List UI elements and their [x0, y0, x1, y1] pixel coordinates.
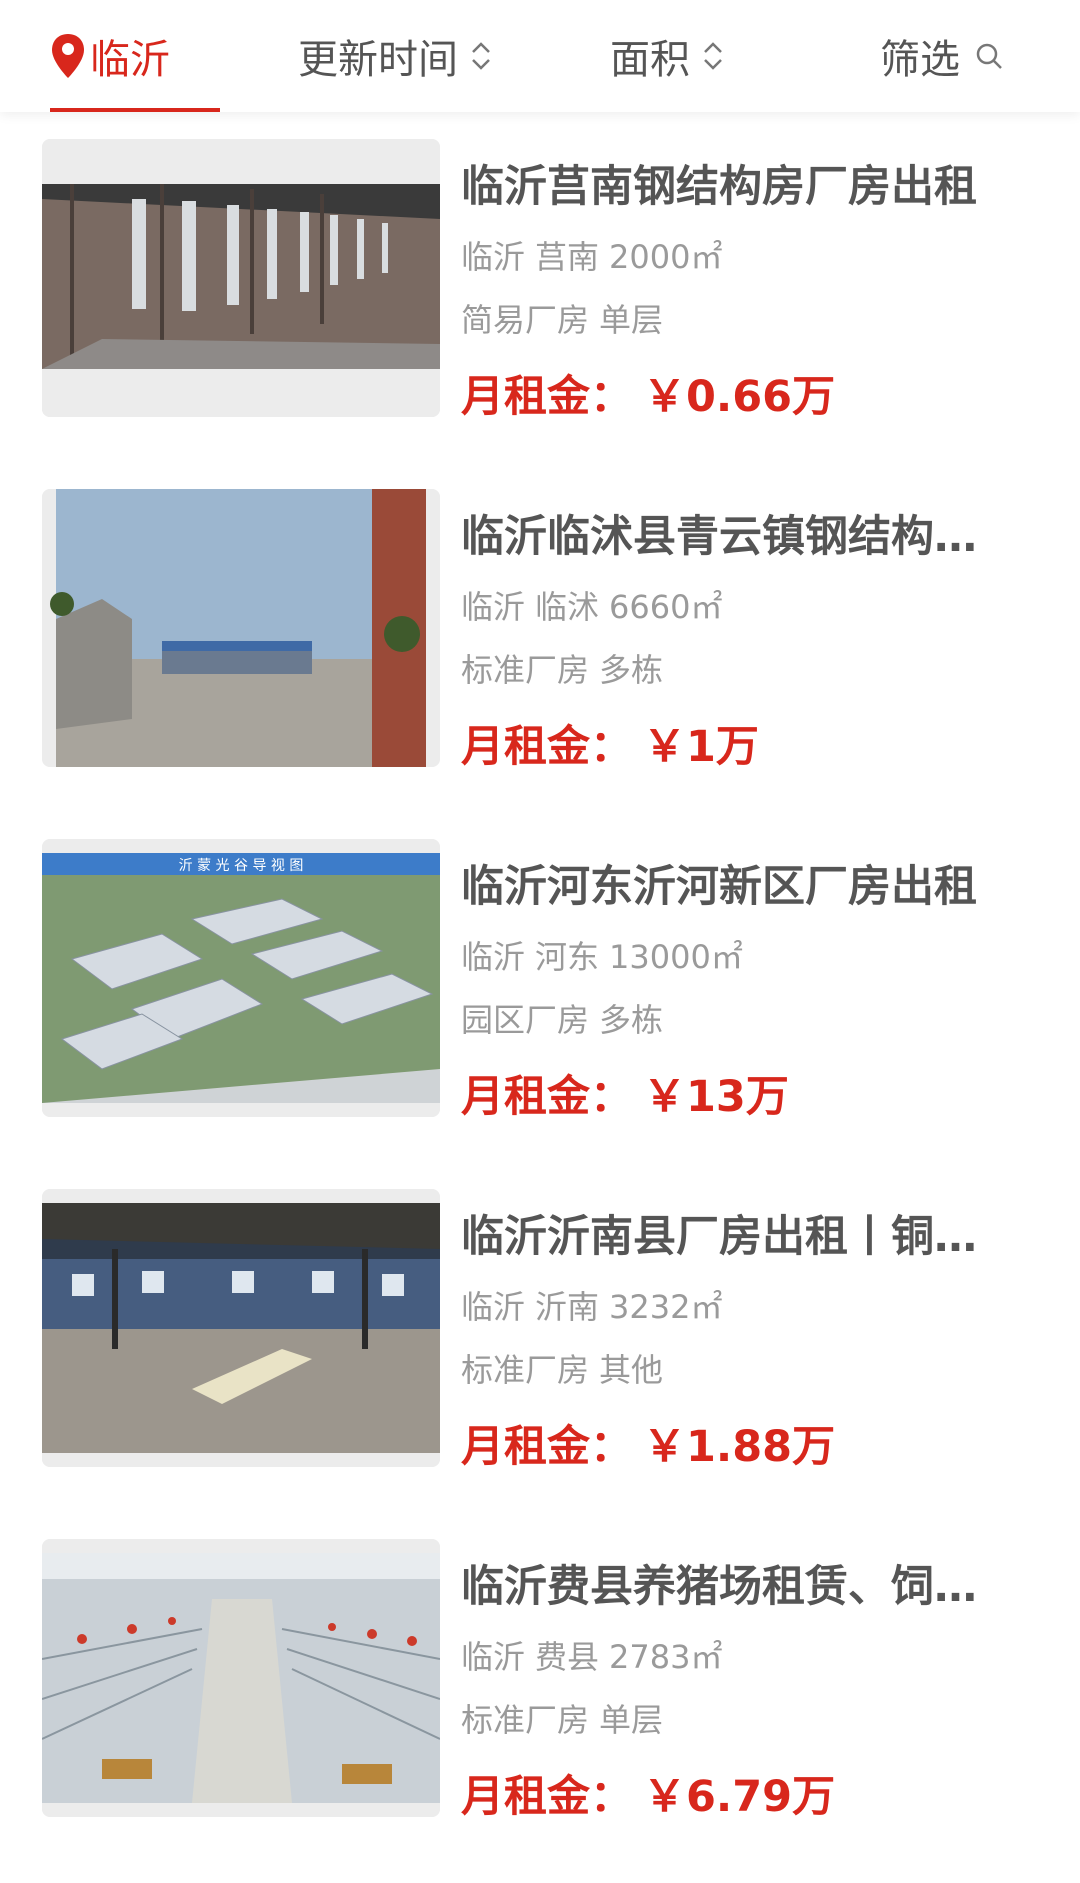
price-value: ￥0.66万	[643, 372, 836, 422]
listing-type: 标准厂房	[461, 1701, 590, 1739]
sort-arrows-icon	[472, 42, 490, 70]
price-value: ￥13万	[643, 1072, 789, 1122]
listing-image-empty-hall	[42, 1189, 440, 1467]
price-label: 月租金：	[461, 722, 633, 772]
listing-area: 13000㎡	[609, 938, 743, 976]
listing-image-yard	[42, 489, 440, 767]
listing-tags: 简易厂房 单层	[461, 295, 663, 341]
listing-floors: 单层	[599, 301, 664, 339]
price-value: ￥6.79万	[643, 1772, 836, 1822]
price-value: ￥1.88万	[643, 1422, 836, 1472]
listing-type: 标准厂房	[461, 651, 590, 689]
listing-card[interactable]: 沂 蒙 光 谷 导 视 图 临沂河东沂河新区厂房出租 临沂 河东 13000㎡ 园区…	[0, 812, 1080, 1162]
listing-price: 月租金： ￥1.88万	[461, 1412, 835, 1474]
listing-district: 沂南	[535, 1288, 600, 1326]
listing-tags: 标准厂房 多栋	[461, 645, 663, 691]
listing-district: 河东	[535, 938, 600, 976]
listing-location-area: 临沂 沂南 3232㎡	[461, 1282, 722, 1328]
sort-time-label: 更新时间	[298, 37, 458, 83]
listing-card[interactable]: 临沂临沭县青云镇钢结构厂房出租 临沂临沭6660㎡ 标准厂房多栋 月租金：￥1万	[0, 462, 1080, 812]
listing-image-pig-farm	[42, 1539, 440, 1817]
listing-area: 2783㎡	[609, 1638, 723, 1676]
price-value: ￥1万	[643, 722, 759, 772]
listing-floors: 单层	[599, 1701, 664, 1739]
listing-title: 临沂河东沂河新区厂房出租	[461, 862, 977, 912]
listing-price: 月租金： ￥13万	[461, 1062, 789, 1124]
listing-area: 3232㎡	[609, 1288, 723, 1326]
listing-title: 临沂沂南县厂房出租丨铜井镇	[461, 1212, 1011, 1262]
listing-price: 月租金： ￥0.66万	[461, 362, 835, 424]
sort-area-label: 面积	[610, 37, 690, 83]
listing-image-steel-structure	[42, 139, 440, 417]
city-label: 临沂	[90, 37, 170, 83]
listing-card[interactable]: 临沂莒南钢结构房厂房出租 临沂 莒南 2000㎡ 简易厂房 单层 月租金： ￥0.66万	[0, 112, 1080, 462]
listing-type: 园区厂房	[461, 1001, 590, 1039]
listing-card[interactable]: 临沂费县养猪场租赁、饲料厂 临沂 费县 2783㎡ 标准厂房 单层 月租金： ￥6.79…	[0, 1512, 1080, 1862]
listing-floors: 多栋	[599, 1001, 664, 1039]
listing-location-area: 临沂 临沭 6660㎡	[461, 582, 722, 628]
listing-city: 临沂	[461, 588, 526, 626]
filter-button[interactable]: 筛选	[880, 0, 1004, 112]
location-pin-icon	[52, 34, 84, 78]
listing-area: 2000㎡	[609, 238, 723, 276]
listing-price: 月租金： ￥6.79万	[461, 1762, 835, 1824]
sort-arrows-icon	[704, 42, 722, 70]
listing-district: 莒南	[535, 238, 600, 276]
listing-district: 费县	[535, 1638, 600, 1676]
listing-type: 简易厂房	[461, 301, 590, 339]
listing-tags: 标准厂房 其他	[461, 1345, 663, 1391]
image-caption: 沂 蒙 光 谷 导 视 图	[179, 858, 304, 874]
listing-city: 临沂	[461, 1288, 526, 1326]
listing-card[interactable]: 临沂沂南县厂房出租丨铜井镇 临沂 沂南 3232㎡ 标准厂房 其他 月租金： ￥1.88…	[0, 1162, 1080, 1512]
listing-tags: 标准厂房 单层	[461, 1695, 663, 1741]
listing-title: 临沂费县养猪场租赁、饲料厂	[461, 1562, 1011, 1612]
city-selector[interactable]: 临沂	[50, 0, 220, 112]
listing-area: 6660㎡	[609, 588, 723, 626]
listing-image-industrial-park: 沂 蒙 光 谷 导 视 图	[42, 839, 440, 1117]
listing-type: 标准厂房	[461, 1351, 590, 1389]
listing-location-area: 临沂 莒南 2000㎡	[461, 232, 722, 278]
listing-price: 月租金： ￥1万	[461, 712, 759, 774]
listing-tags: 园区厂房 多栋	[461, 995, 663, 1041]
search-icon	[976, 43, 1002, 69]
listing-city: 临沂	[461, 938, 526, 976]
listing-city: 临沂	[461, 1638, 526, 1676]
filter-bar: 临沂 更新时间 面积 筛选	[0, 0, 1080, 112]
sort-by-area[interactable]: 面积	[610, 0, 726, 112]
filter-label: 筛选	[880, 37, 960, 83]
listing-city: 临沂	[461, 238, 526, 276]
listing-location-area: 临沂 费县 2783㎡	[461, 1632, 722, 1678]
sort-by-update-time[interactable]: 更新时间	[298, 0, 494, 112]
listing-title: 临沂莒南钢结构房厂房出租	[461, 162, 977, 212]
price-label: 月租金：	[461, 1422, 633, 1472]
listing-title: 临沂临沭县青云镇钢结构厂房出租	[461, 512, 1011, 562]
listing-floors: 其他	[599, 1351, 664, 1389]
listing-district: 临沭	[535, 588, 600, 626]
price-label: 月租金：	[461, 372, 633, 422]
listing-floors: 多栋	[599, 651, 664, 689]
price-label: 月租金：	[461, 1072, 633, 1122]
price-label: 月租金：	[461, 1772, 633, 1822]
listing-location-area: 临沂 河东 13000㎡	[461, 932, 743, 978]
